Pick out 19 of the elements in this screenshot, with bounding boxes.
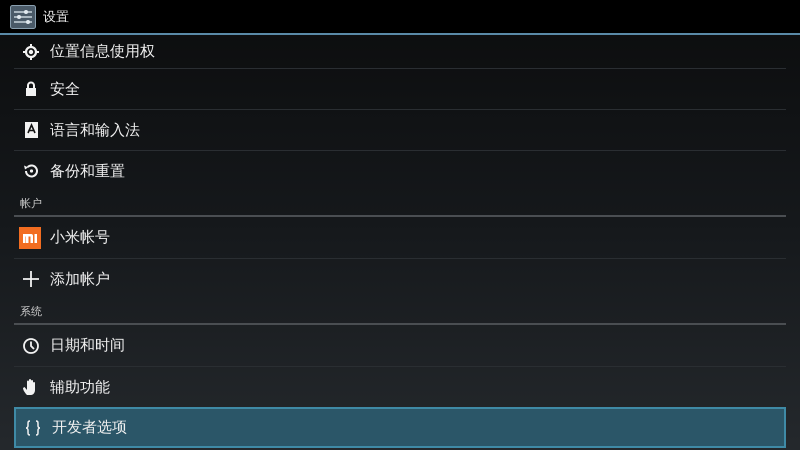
settings-item[interactable]: 开发者选项 [14, 407, 786, 448]
settings-item[interactable]: 位置信息使用权 [14, 35, 786, 68]
settings-item[interactable]: 备份和重置 [14, 150, 786, 191]
window-title: 设置 [43, 8, 69, 26]
clock-icon [22, 336, 40, 354]
settings-item[interactable]: 安全 [14, 68, 786, 109]
mi-logo-icon [19, 226, 41, 248]
location-icon [22, 42, 40, 60]
section-header: 系统 [14, 299, 786, 325]
restore-icon [22, 162, 40, 180]
plus-icon [22, 270, 40, 288]
braces-icon [24, 418, 42, 436]
language-icon [22, 121, 40, 139]
section-header: 帐户 [14, 191, 786, 217]
settings-item[interactable]: 添加帐户 [14, 258, 786, 299]
settings-item[interactable]: 语言和输入法 [14, 109, 786, 150]
settings-item[interactable]: 日期和时间 [14, 325, 786, 366]
settings-icon [10, 4, 36, 28]
settings-item[interactable]: 小米帐号 [14, 217, 786, 258]
